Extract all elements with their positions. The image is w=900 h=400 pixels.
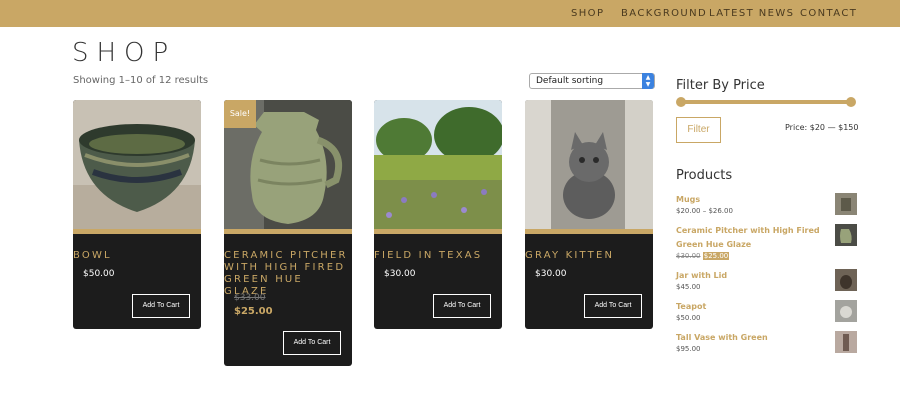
gold-divider [525, 229, 653, 234]
gold-divider [224, 229, 352, 234]
product-price: $30.00 [384, 269, 416, 279]
products-widget-title: Products [676, 168, 733, 183]
product-card-bowl[interactable]: BOWL $50.00 Add To Cart [73, 100, 201, 329]
nav-latest-news[interactable]: LATEST NEWS [709, 8, 794, 19]
add-to-cart-button[interactable]: Add To Cart [283, 331, 341, 355]
jar-thumbnail [835, 269, 857, 291]
product-sale-price: $25.00 [234, 306, 273, 317]
sidebar-old-price: $30.00 [676, 252, 701, 260]
result-count: Showing 1–10 of 12 results [73, 75, 209, 86]
sidebar-product-mugs[interactable]: Mugs [676, 193, 826, 207]
sale-badge: Sale! [224, 100, 256, 128]
gold-divider [374, 229, 502, 234]
product-title[interactable]: BOWL [73, 250, 201, 262]
product-card-gray-kitten[interactable]: GRAY KITTEN $30.00 Add To Cart [525, 100, 653, 329]
field-image [374, 100, 502, 229]
teapot-thumbnail [835, 300, 857, 322]
page-title: SHOP [72, 38, 177, 68]
price-slider-min-handle[interactable] [676, 97, 686, 107]
bowl-image [73, 100, 201, 229]
dropdown-arrows-icon: ▲ ▼ [642, 73, 654, 89]
filter-button[interactable]: Filter [676, 117, 721, 143]
product-title[interactable]: CERAMIC PITCHER WITH HIGH FIRED GREEN HU… [224, 250, 352, 298]
sidebar-product-price: $95.00 [676, 345, 701, 353]
price-slider-track[interactable] [681, 100, 851, 104]
sort-dropdown-value: Default sorting [536, 76, 604, 86]
sidebar-product-price: $50.00 [676, 314, 701, 322]
mugs-thumbnail [835, 193, 857, 215]
sidebar-product-tall-vase[interactable]: Tall Vase with Green [676, 331, 826, 345]
pitcher-thumbnail [835, 224, 857, 246]
nav-contact[interactable]: CONTACT [800, 8, 857, 19]
price-slider-max-handle[interactable] [846, 97, 856, 107]
product-price: $50.00 [83, 269, 115, 279]
sidebar-product-teapot[interactable]: Teapot [676, 300, 826, 314]
product-old-price: $33.00 [234, 293, 266, 303]
nav-shop[interactable]: SHOP [571, 8, 604, 19]
add-to-cart-button[interactable]: Add To Cart [584, 294, 642, 318]
sidebar-product-price: $45.00 [676, 283, 701, 291]
nav-background[interactable]: BACKGROUND [621, 8, 707, 19]
filter-widget-title: Filter By Price [676, 78, 765, 93]
add-to-cart-button[interactable]: Add To Cart [132, 294, 190, 318]
gold-divider [73, 229, 201, 234]
sidebar-sale-price: $25.00 [702, 252, 730, 260]
kitten-image [525, 100, 653, 229]
sidebar-product-ceramic-pitcher[interactable]: Ceramic Pitcher with High Fired Green Hu… [676, 224, 826, 252]
sidebar-product-jar-with-lid[interactable]: Jar with Lid [676, 269, 826, 283]
sort-dropdown[interactable]: Default sorting ▲ ▼ [529, 73, 655, 89]
product-title[interactable]: FIELD IN TEXAS [374, 250, 502, 262]
product-card-field-in-texas[interactable]: FIELD IN TEXAS $30.00 Add To Cart [374, 100, 502, 329]
product-price: $30.00 [535, 269, 567, 279]
product-card-ceramic-pitcher[interactable]: Sale! CERAMIC PITCHER WITH HIGH FIRED GR… [224, 100, 352, 366]
price-range-label: Price: $20 — $150 [785, 123, 859, 132]
top-nav-bar: SHOP BACKGROUND LATEST NEWS CONTACT [0, 0, 900, 27]
sidebar-product-price: $30.00 $25.00 [676, 252, 730, 260]
product-title[interactable]: GRAY KITTEN [525, 250, 653, 262]
vase-thumbnail [835, 331, 857, 353]
sidebar-product-price: $20.00 – $26.00 [676, 207, 733, 215]
add-to-cart-button[interactable]: Add To Cart [433, 294, 491, 318]
